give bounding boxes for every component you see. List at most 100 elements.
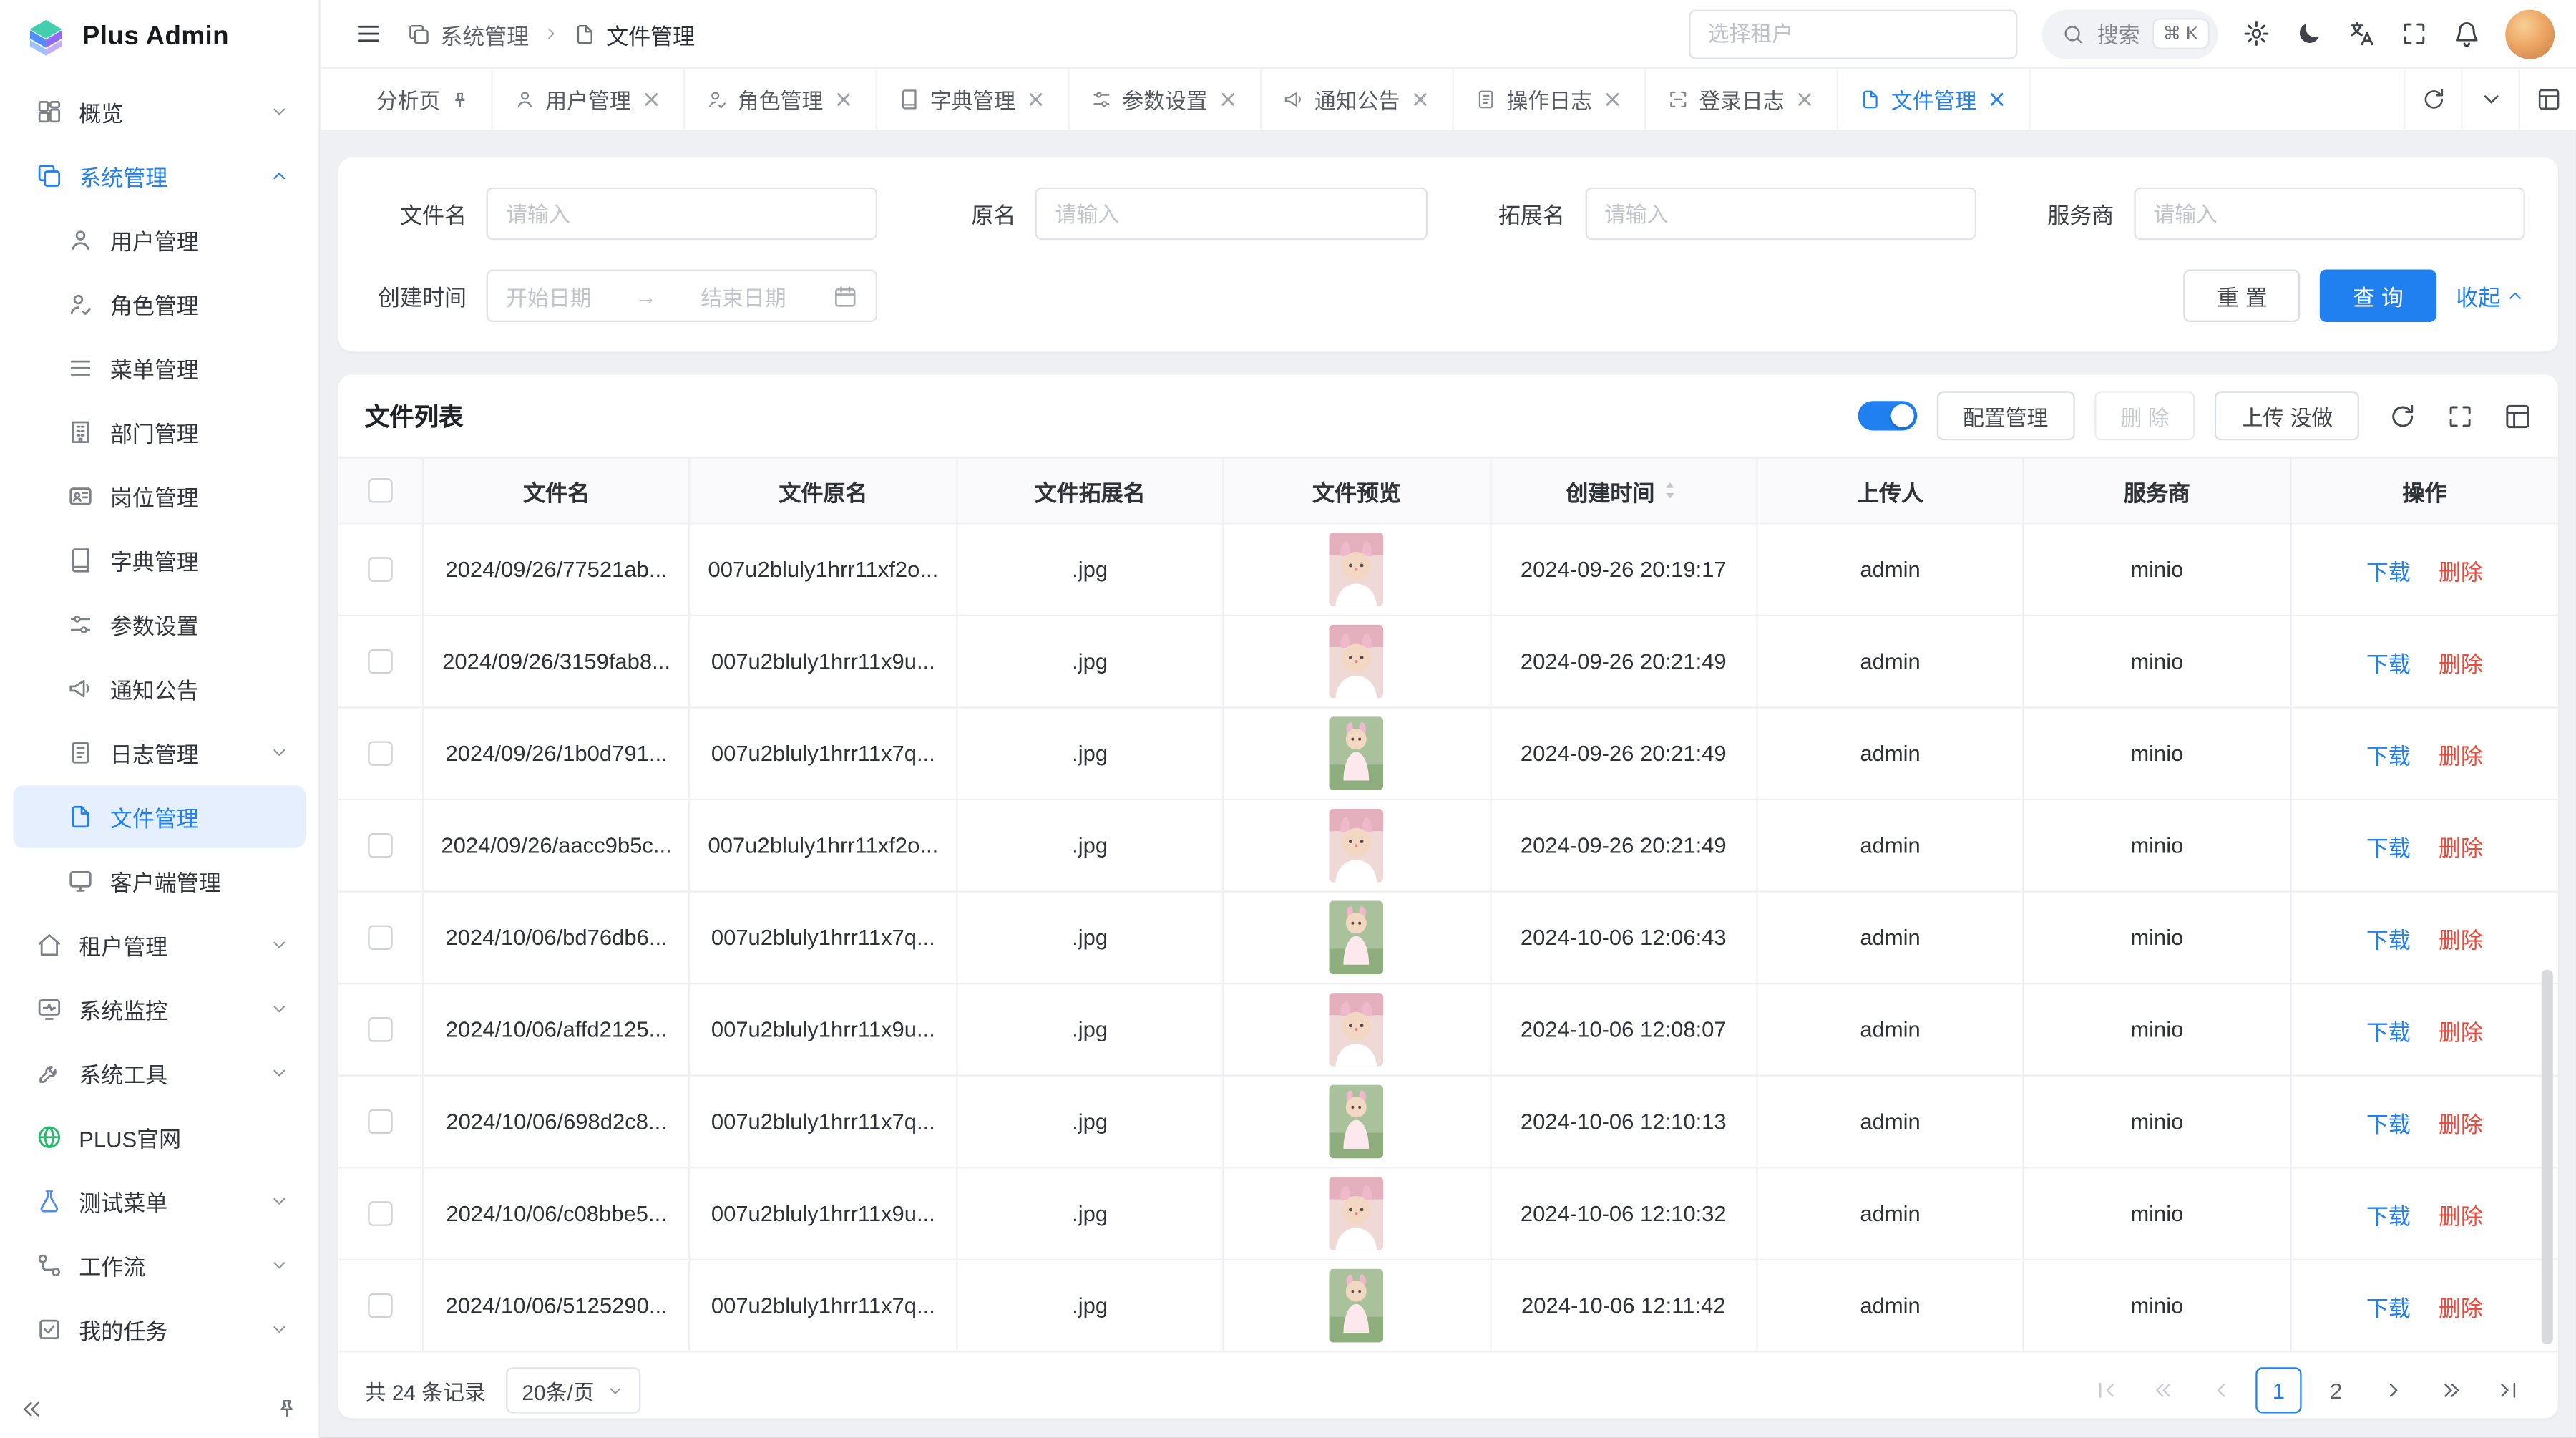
tab-oplog[interactable]: 操作日志 (1454, 69, 1646, 130)
sidebar-item-plus-site[interactable]: PLUS官网 (13, 1106, 306, 1168)
sidebar-item-client[interactable]: 客户端管理 (13, 850, 306, 912)
tab-close-icon[interactable] (1986, 89, 2008, 110)
select-all-checkbox[interactable] (368, 478, 392, 502)
sidebar-item-user[interactable]: 用户管理 (13, 209, 306, 271)
tenant-select[interactable] (1688, 9, 2016, 59)
file-preview-image[interactable] (1330, 1268, 1384, 1342)
first-page-button[interactable] (2083, 1367, 2129, 1413)
table-scrollbar[interactable] (2542, 970, 2553, 1344)
sidebar-item-role[interactable]: 角色管理 (13, 273, 306, 335)
download-link[interactable]: 下载 (2366, 1105, 2411, 1138)
row-checkbox[interactable] (368, 1017, 392, 1041)
tab-role[interactable]: 角色管理 (685, 69, 877, 130)
row-checkbox[interactable] (368, 649, 392, 674)
file-preview-image[interactable] (1330, 1177, 1384, 1250)
extension-input[interactable] (1584, 188, 1976, 240)
sidebar-item-monitor[interactable]: 系统监控 (13, 978, 306, 1040)
tab-file[interactable]: 文件管理 (1838, 69, 2031, 130)
page-size-select[interactable]: 20条/页 (505, 1367, 640, 1413)
tab-close-icon[interactable] (833, 89, 854, 110)
sidebar-item-tools[interactable]: 系统工具 (13, 1042, 306, 1104)
reset-button[interactable]: 重 置 (2184, 270, 2300, 322)
hamburger-icon[interactable] (355, 20, 383, 48)
prev-page-button[interactable] (2198, 1367, 2244, 1413)
global-search-button[interactable]: 搜索 ⌘ K (2041, 9, 2218, 59)
layout-settings-button[interactable] (2519, 69, 2576, 130)
file-name-input[interactable] (487, 188, 878, 240)
column-header-1[interactable]: 文件原名 (691, 459, 957, 523)
jump-back-button[interactable] (2141, 1367, 2187, 1413)
sidebar-item-log[interactable]: 日志管理 (13, 722, 306, 784)
page-button-2[interactable]: 2 (2313, 1367, 2359, 1413)
refresh-table-icon[interactable] (2389, 402, 2416, 429)
sidebar-item-gitee[interactable]: Ggitee记录 (13, 1362, 306, 1379)
sidebar-item-mytasks[interactable]: 我的任务 (13, 1298, 306, 1361)
row-checkbox[interactable] (368, 1293, 392, 1318)
collapse-sidebar-icon[interactable] (20, 1396, 44, 1420)
column-header-3[interactable]: 文件预览 (1224, 459, 1491, 523)
tabs-menu-button[interactable] (2461, 69, 2518, 130)
tab-close-icon[interactable] (1794, 89, 1815, 110)
row-checkbox[interactable] (368, 557, 392, 581)
pin-sidebar-icon[interactable] (274, 1396, 298, 1420)
sidebar-item-menu[interactable]: 菜单管理 (13, 337, 306, 399)
column-header-7[interactable]: 操作 (2291, 459, 2558, 523)
jump-forward-button[interactable] (2428, 1367, 2474, 1413)
tab-loginlog[interactable]: 登录日志 (1646, 69, 1839, 130)
tab-user[interactable]: 用户管理 (493, 69, 686, 130)
date-range-input[interactable]: 开始日期 → 结束日期 (487, 270, 878, 322)
delete-link[interactable]: 删除 (2439, 1105, 2483, 1138)
tab-close-icon[interactable] (640, 89, 662, 110)
search-button[interactable]: 查 询 (2320, 270, 2436, 322)
sidebar-item-post[interactable]: 岗位管理 (13, 465, 306, 528)
pin-icon[interactable] (450, 89, 470, 110)
sidebar-item-param[interactable]: 参数设置 (13, 593, 306, 656)
table-toggle-switch[interactable] (1858, 401, 1917, 430)
file-preview-image[interactable] (1330, 624, 1384, 698)
sidebar-item-dict[interactable]: 字典管理 (13, 529, 306, 591)
tab-close-icon[interactable] (1025, 89, 1047, 110)
download-link[interactable]: 下载 (2366, 1289, 2411, 1322)
origin-name-input[interactable] (1035, 188, 1427, 240)
tab-close-icon[interactable] (1217, 89, 1239, 110)
download-link[interactable]: 下载 (2366, 645, 2411, 678)
column-header-0[interactable]: 文件名 (424, 459, 691, 523)
fullscreen-table-icon[interactable] (2446, 402, 2474, 429)
delete-link[interactable]: 删除 (2439, 553, 2483, 586)
tab-notice[interactable]: 通知公告 (1262, 69, 1454, 130)
delete-link[interactable]: 删除 (2439, 1289, 2483, 1322)
download-link[interactable]: 下载 (2366, 1013, 2411, 1046)
column-header-4[interactable]: 创建时间 (1491, 459, 1758, 523)
download-link[interactable]: 下载 (2366, 737, 2411, 770)
collapse-filters-link[interactable]: 收起 (2456, 279, 2524, 312)
file-preview-image[interactable] (1330, 533, 1384, 606)
delete-link[interactable]: 删除 (2439, 921, 2483, 954)
config-button[interactable]: 配置管理 (1936, 391, 2074, 440)
download-link[interactable]: 下载 (2366, 1197, 2411, 1230)
tab-close-icon[interactable] (1602, 89, 1624, 110)
last-page-button[interactable] (2486, 1367, 2532, 1413)
next-page-button[interactable] (2371, 1367, 2416, 1413)
fullscreen-icon[interactable] (2400, 20, 2428, 48)
file-preview-image[interactable] (1330, 900, 1384, 974)
settings-icon[interactable] (2243, 20, 2270, 48)
sidebar-item-file[interactable]: 文件管理 (13, 785, 306, 847)
sidebar-item-dept[interactable]: 部门管理 (13, 401, 306, 463)
delete-link[interactable]: 删除 (2439, 1197, 2483, 1230)
column-header-5[interactable]: 上传人 (1757, 459, 2024, 523)
file-preview-image[interactable] (1330, 716, 1384, 790)
delete-link[interactable]: 删除 (2439, 645, 2483, 678)
delete-link[interactable]: 删除 (2439, 829, 2483, 862)
tab-close-icon[interactable] (1410, 89, 1431, 110)
tab-analysis[interactable]: 分析页 (355, 69, 493, 130)
page-button-1[interactable]: 1 (2255, 1367, 2301, 1413)
row-checkbox[interactable] (368, 833, 392, 858)
delete-link[interactable]: 删除 (2439, 1013, 2483, 1046)
file-preview-image[interactable] (1330, 993, 1384, 1067)
download-link[interactable]: 下载 (2366, 829, 2411, 862)
sidebar-item-notice[interactable]: 通知公告 (13, 657, 306, 719)
sidebar-item-workflow[interactable]: 工作流 (13, 1234, 306, 1296)
row-checkbox[interactable] (368, 926, 392, 950)
file-preview-image[interactable] (1330, 809, 1384, 883)
sidebar-item-system[interactable]: 系统管理 (13, 145, 306, 207)
